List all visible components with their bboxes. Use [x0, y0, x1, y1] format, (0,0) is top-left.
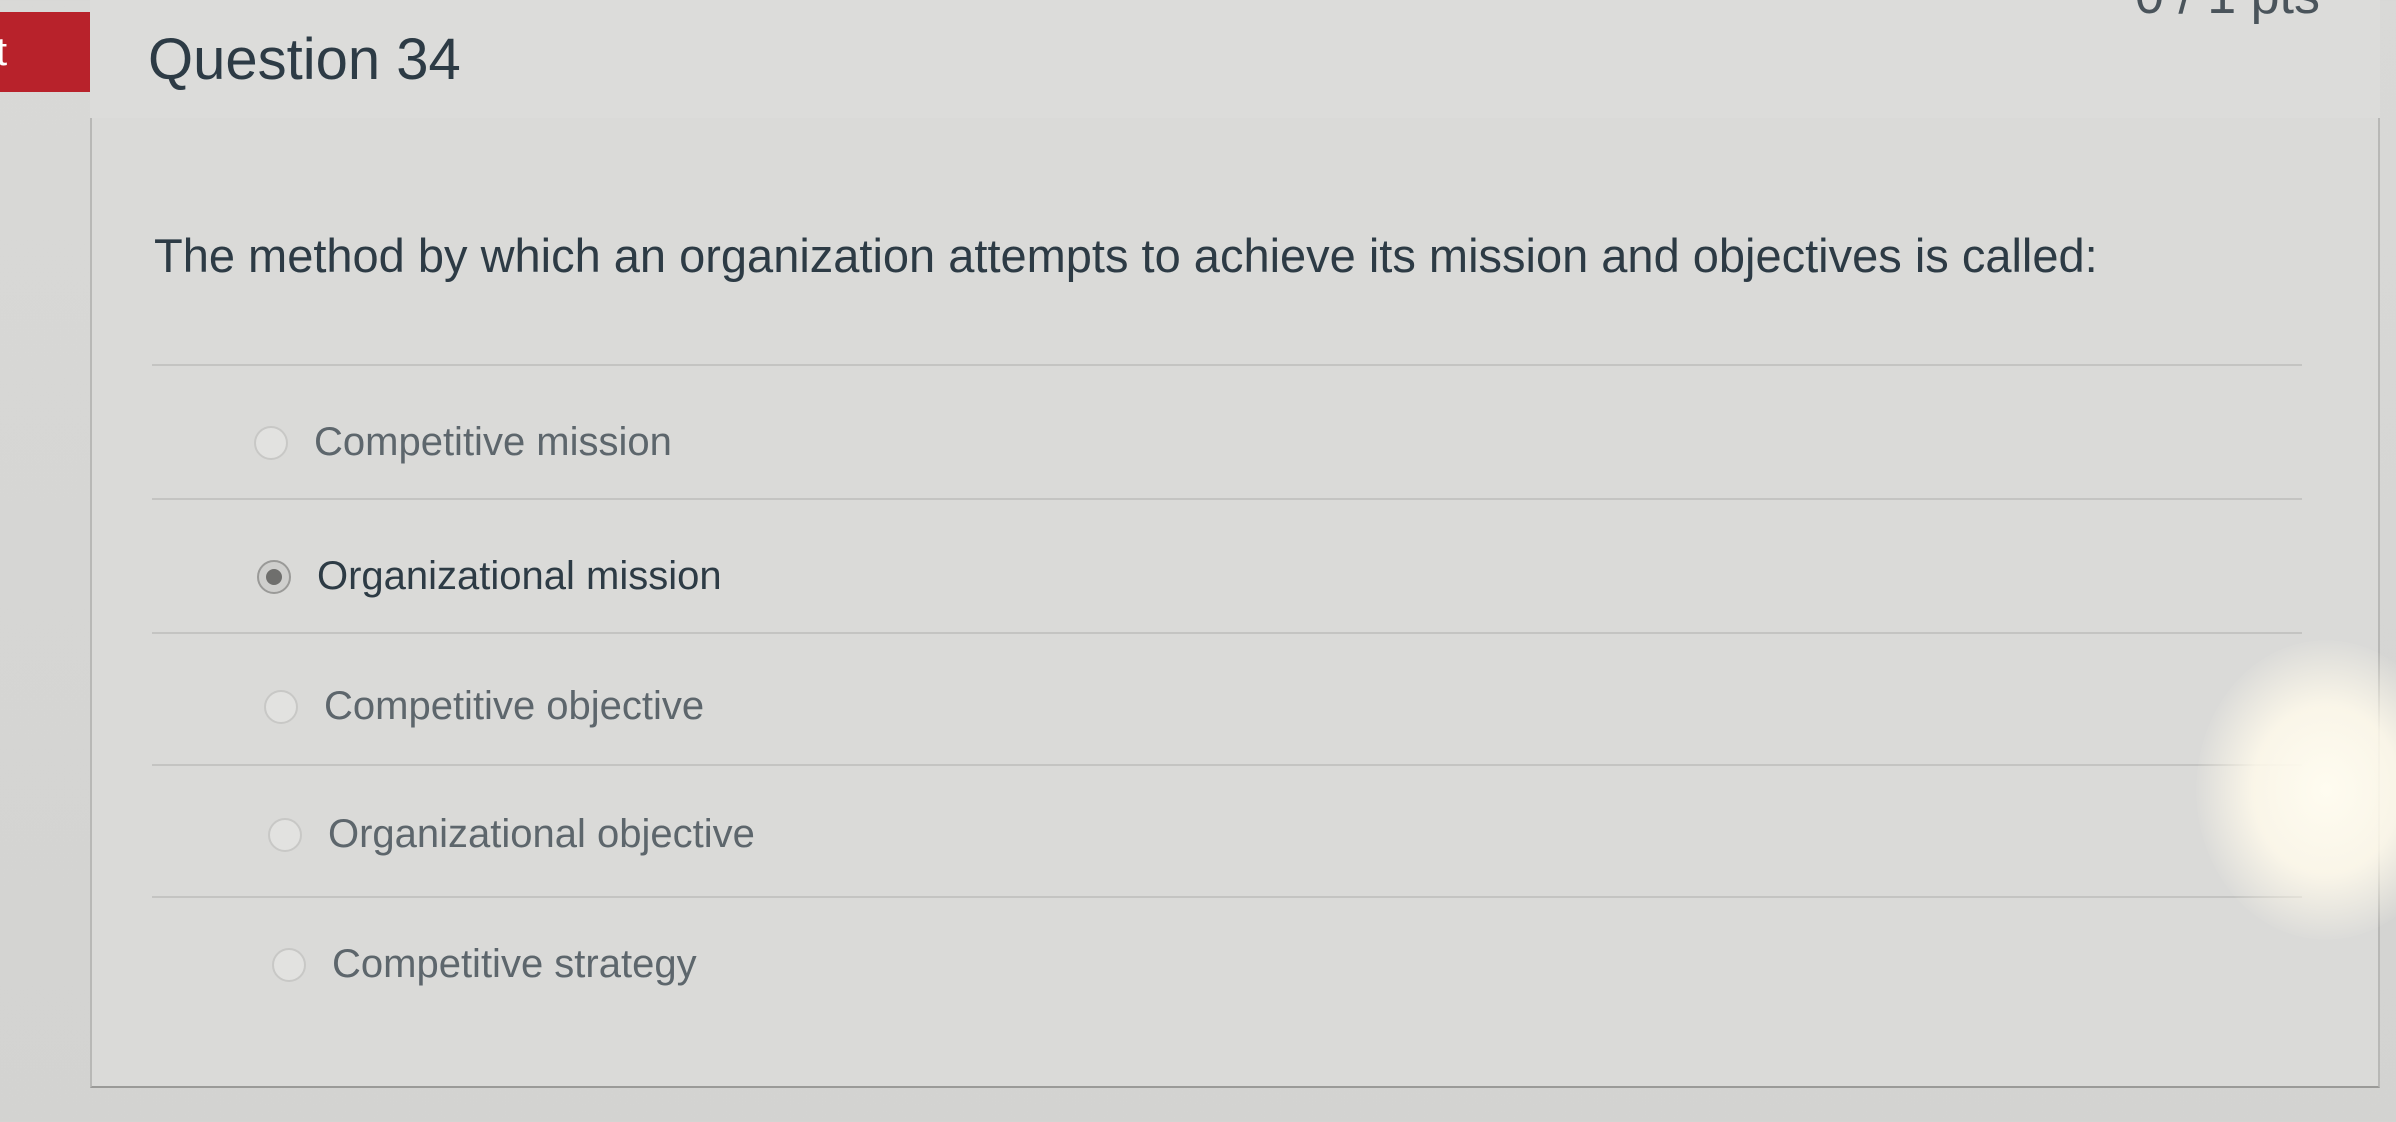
answer-label: Competitive strategy: [332, 942, 697, 986]
radio-button-selected[interactable]: [257, 559, 291, 594]
answer-option-4[interactable]: Organizational objective: [268, 812, 755, 857]
radio-button[interactable]: [268, 817, 302, 852]
question-points: 0 / 1 pts: [2135, 0, 2320, 26]
question-body: The method by which an organization atte…: [90, 118, 2380, 1088]
divider: [152, 632, 2302, 634]
divider: [152, 498, 2302, 500]
question-title: Question 34: [148, 27, 461, 92]
answer-label: Competitive objective: [324, 684, 705, 728]
radio-button[interactable]: [264, 689, 298, 724]
answer-option-1[interactable]: Competitive mission: [254, 420, 672, 465]
answer-label: Organizational mission: [317, 554, 722, 598]
divider: [152, 364, 2302, 366]
answer-option-5[interactable]: Competitive strategy: [272, 942, 697, 987]
answer-option-3[interactable]: Competitive objective: [264, 684, 704, 729]
quiz-page: t Question 34 0 / 1 pts The method by wh…: [0, 0, 2396, 1122]
flag-label: t: [0, 30, 8, 74]
radio-button[interactable]: [272, 947, 306, 982]
divider: [152, 764, 2302, 766]
answer-option-2[interactable]: Organizational mission: [257, 554, 722, 599]
divider: [152, 896, 2302, 898]
question-header: Question 34 0 / 1 pts: [90, 0, 2380, 120]
answer-label: Organizational objective: [328, 812, 755, 856]
question-text: The method by which an organization atte…: [154, 229, 2098, 282]
answer-label: Competitive mission: [314, 420, 672, 464]
radio-button[interactable]: [254, 425, 288, 460]
